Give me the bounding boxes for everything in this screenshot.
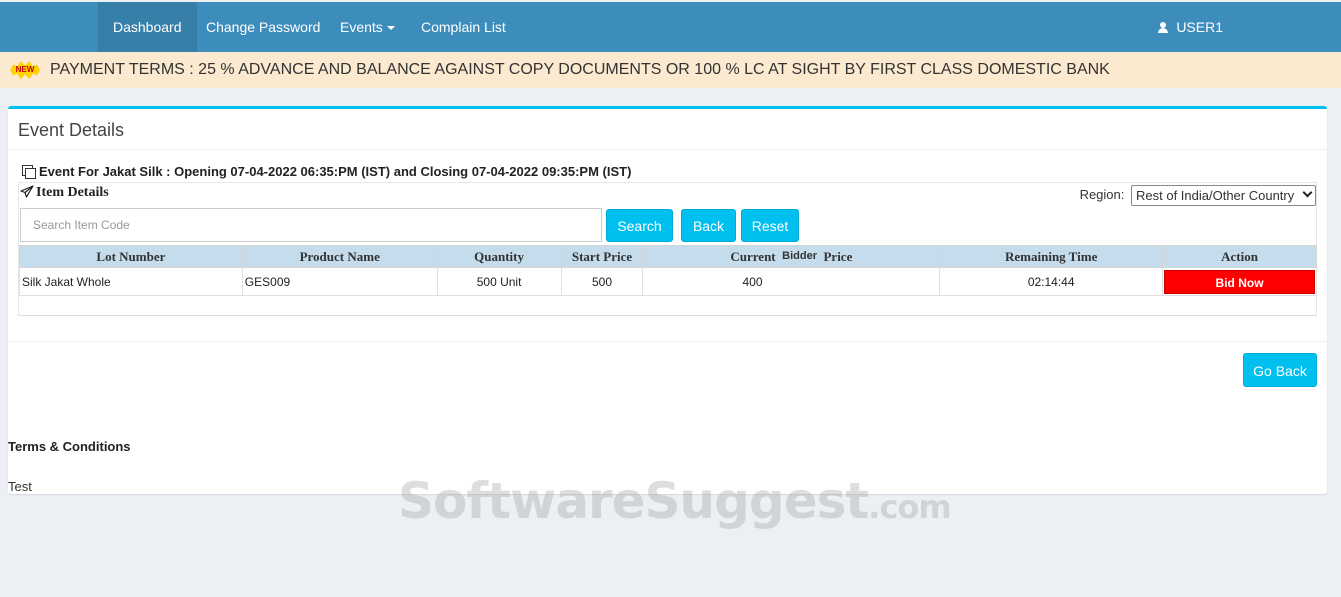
user-menu[interactable]: USER1: [1158, 2, 1223, 52]
cell-quantity: 500 Unit: [436, 267, 562, 296]
col-action: Action: [1162, 245, 1317, 268]
region-value: Rest of India/Other Country: [1136, 188, 1295, 203]
col-product-name: Product Name: [241, 245, 438, 268]
divider: [8, 341, 1327, 342]
cell-lot-number: Silk Jakat Whole: [19, 267, 243, 296]
col-bidder-label: Bidder: [782, 249, 817, 262]
search-input[interactable]: Search Item Code: [20, 208, 602, 242]
chevron-down-icon: [1302, 187, 1313, 198]
event-info: Event For Jakat Silk : Opening 07-04-202…: [22, 164, 631, 179]
cell-product-name: GES009: [241, 267, 438, 296]
col-quantity: Quantity: [436, 245, 562, 268]
reset-button[interactable]: Reset: [741, 209, 799, 242]
user-name: USER1: [1176, 19, 1223, 35]
paper-plane-icon: [20, 185, 34, 198]
watermark-main: SoftwareSuggest: [398, 472, 869, 530]
cell-current-price: 400: [642, 267, 941, 296]
col-current-label: Current: [730, 248, 776, 264]
top-navbar: Dashboard Change Password Events Complai…: [0, 2, 1341, 52]
terms-text: Test: [8, 479, 32, 494]
nav-complain-list[interactable]: Complain List: [406, 2, 521, 52]
search-button[interactable]: Search: [606, 209, 673, 242]
item-details-panel: Item Details Region: Rest of India/Other…: [18, 182, 1317, 316]
new-badge-icon: NEW: [10, 61, 40, 79]
box-title: Event Details: [18, 120, 125, 140]
cell-start-price: 500: [560, 267, 644, 296]
divider: [8, 149, 1327, 150]
event-details-box: Event Details Event For Jakat Silk : Ope…: [8, 106, 1327, 494]
watermark: SoftwareSuggest.com: [398, 472, 952, 530]
terms-title: Terms & Conditions: [8, 439, 131, 454]
table-header-row: Lot Number Product Name Quantity Start P…: [19, 245, 1317, 268]
new-badge-text: NEW: [15, 65, 35, 74]
nav-events[interactable]: Events: [325, 2, 410, 52]
cell-action: Bid Now: [1162, 267, 1317, 296]
bid-now-button[interactable]: Bid Now: [1164, 269, 1315, 294]
nav-dashboard[interactable]: Dashboard: [98, 2, 197, 52]
region-label: Region:: [1079, 186, 1125, 202]
watermark-domain: .com: [868, 488, 951, 526]
go-back-button[interactable]: Go Back: [1243, 353, 1317, 387]
event-info-text: Event For Jakat Silk : Opening 07-04-202…: [39, 164, 632, 179]
items-table: Lot Number Product Name Quantity Start P…: [19, 245, 1317, 296]
table-row: Silk Jakat Whole GES009 500 Unit 500 400…: [19, 267, 1317, 296]
item-details-title: Item Details: [20, 185, 109, 201]
col-remaining-time: Remaining Time: [939, 245, 1164, 268]
copy-icon: [22, 165, 36, 179]
col-current-bidder-price: Current Bidder Price: [642, 245, 941, 268]
caret-down-icon: [386, 26, 395, 31]
col-start-price: Start Price: [560, 245, 644, 268]
announcement-text: PAYMENT TERMS : 25 % ADVANCE AND BALANCE…: [50, 61, 1110, 78]
col-lot-number: Lot Number: [19, 245, 243, 268]
region-select[interactable]: Rest of India/Other Country: [1131, 185, 1316, 206]
cell-remaining-time: 02:14:44: [939, 267, 1164, 296]
col-price-label: Price: [823, 248, 853, 264]
item-details-label: Item Details: [36, 185, 109, 200]
user-icon: [1158, 22, 1169, 33]
back-button[interactable]: Back: [681, 209, 736, 242]
nav-events-label: Events: [340, 19, 383, 35]
region-filter: Region: Rest of India/Other Country: [1080, 185, 1316, 206]
announcement-bar: NEW PAYMENT TERMS : 25 % ADVANCE AND BAL…: [0, 52, 1341, 88]
nav-change-password[interactable]: Change Password: [191, 2, 335, 52]
